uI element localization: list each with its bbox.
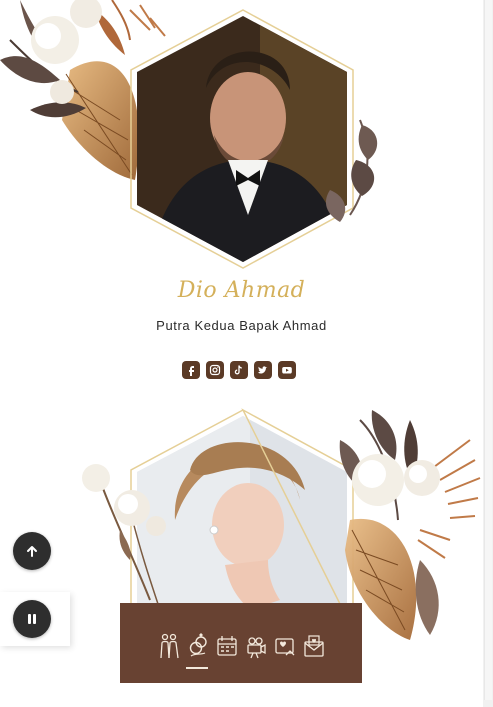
groom-section: Dio Ahmad Putra Kedua Bapak Ahmad: [0, 0, 483, 400]
nav-gift[interactable]: [302, 631, 326, 661]
arrow-up-icon: [27, 546, 37, 557]
nav-livestream[interactable]: [244, 631, 268, 661]
twitter-icon[interactable]: [254, 361, 272, 379]
nav-active-indicator: [185, 667, 208, 669]
calendar-icon: [216, 636, 237, 656]
instagram-icon[interactable]: [206, 361, 224, 379]
pause-icon: [28, 614, 36, 624]
bottom-navigation: [120, 603, 362, 683]
scrollbar-thumb[interactable]: [484, 0, 492, 700]
nav-gallery[interactable]: [273, 631, 297, 661]
groom-social-links: [182, 361, 296, 379]
tiktok-icon[interactable]: [230, 361, 248, 379]
gallery-icon: [274, 638, 294, 656]
groom-portrait-frame: [0, 0, 378, 269]
youtube-icon[interactable]: [278, 361, 296, 379]
couple-icon: [159, 633, 179, 659]
facebook-icon[interactable]: [182, 361, 200, 379]
envelope-icon: [303, 635, 324, 657]
nav-couple[interactable]: [157, 631, 181, 661]
camera-icon: [246, 637, 266, 659]
nav-event[interactable]: [215, 631, 239, 661]
groom-name: Dio Ahmad: [177, 278, 306, 303]
nav-rings[interactable]: [185, 631, 210, 669]
scroll-top-button[interactable]: [13, 532, 51, 570]
music-toggle-button[interactable]: [13, 600, 51, 638]
groom-subtitle: Putra Kedua Bapak Ahmad: [156, 318, 327, 333]
rings-icon: [189, 633, 207, 657]
